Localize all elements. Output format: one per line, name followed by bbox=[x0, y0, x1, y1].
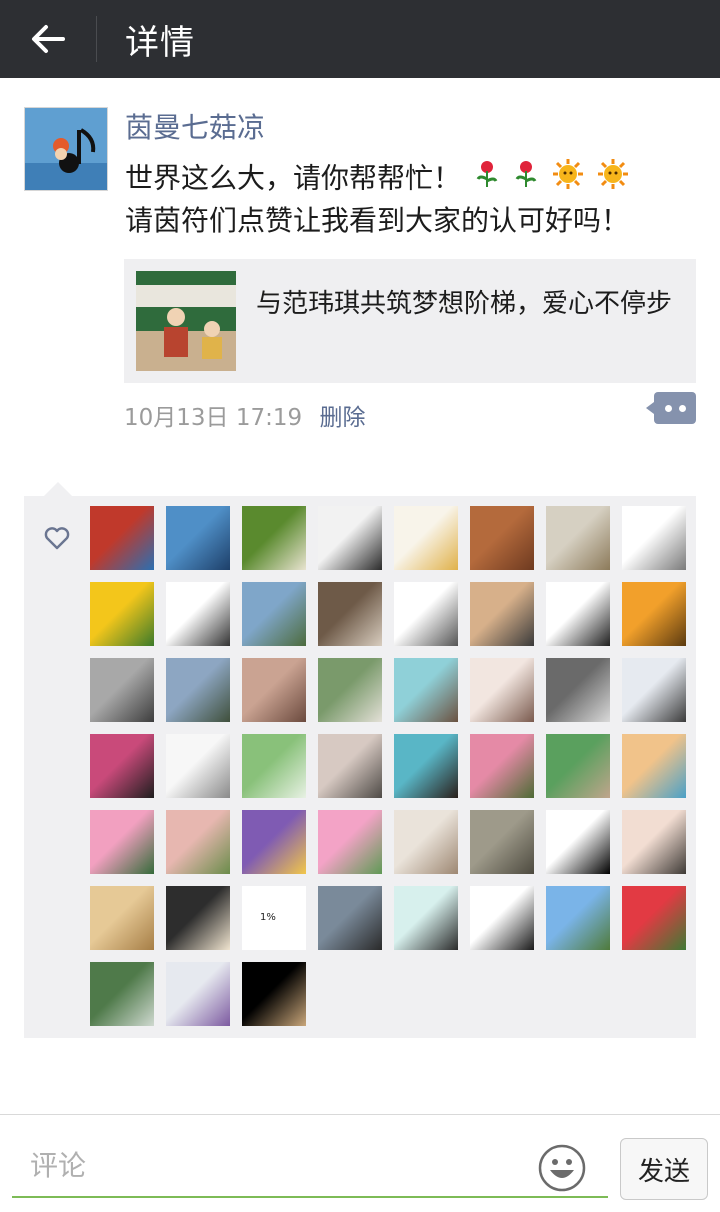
liker-avatar[interactable] bbox=[546, 506, 610, 570]
liker-avatar[interactable] bbox=[166, 886, 230, 950]
liker-avatar[interactable] bbox=[166, 734, 230, 798]
likes-panel: 1% bbox=[24, 482, 696, 1038]
liker-avatar[interactable] bbox=[394, 734, 458, 798]
liker-avatar[interactable] bbox=[470, 582, 534, 646]
liker-avatar[interactable] bbox=[166, 962, 230, 1026]
liker-avatar[interactable] bbox=[546, 886, 610, 950]
liker-avatar[interactable] bbox=[470, 658, 534, 722]
liker-avatar[interactable] bbox=[90, 886, 154, 950]
liker-avatar[interactable] bbox=[394, 658, 458, 722]
back-button[interactable] bbox=[0, 0, 96, 78]
liker-avatar[interactable] bbox=[242, 582, 306, 646]
liker-avatar[interactable] bbox=[622, 810, 686, 874]
liker-avatar[interactable] bbox=[318, 734, 382, 798]
liker-avatar[interactable] bbox=[318, 886, 382, 950]
liker-avatar[interactable] bbox=[394, 886, 458, 950]
liker-avatar[interactable] bbox=[318, 658, 382, 722]
liker-avatar[interactable] bbox=[470, 886, 534, 950]
bottom-separator bbox=[0, 1114, 720, 1115]
smiley-icon bbox=[538, 1144, 586, 1192]
liker-avatar[interactable] bbox=[166, 506, 230, 570]
liker-avatar-text: 1% bbox=[260, 912, 276, 923]
dot-icon bbox=[664, 404, 672, 412]
dot-icon bbox=[678, 404, 686, 412]
liker-avatar[interactable] bbox=[242, 734, 306, 798]
liker-avatar[interactable] bbox=[242, 962, 306, 1026]
avatar-image bbox=[25, 108, 107, 190]
liker-avatar[interactable] bbox=[90, 734, 154, 798]
shared-link-title: 与范玮琪共筑梦想阶梯，爱心不停步 bbox=[256, 289, 673, 319]
liker-avatar[interactable] bbox=[546, 734, 610, 798]
delete-link[interactable]: 删除 bbox=[319, 405, 365, 431]
post-meta: 10月13日 17:19 删除 bbox=[124, 398, 365, 432]
liker-avatar[interactable] bbox=[546, 810, 610, 874]
avatar[interactable] bbox=[24, 107, 108, 191]
liker-avatar[interactable] bbox=[394, 810, 458, 874]
page-title: 详情 bbox=[125, 22, 195, 63]
header-divider bbox=[96, 16, 97, 62]
likes-avatar-grid: 1% bbox=[90, 506, 686, 1026]
liker-avatar[interactable] bbox=[242, 658, 306, 722]
sun-icon bbox=[597, 158, 629, 201]
heart-icon bbox=[44, 527, 70, 550]
liker-avatar[interactable] bbox=[90, 506, 154, 570]
sun-icon bbox=[552, 158, 584, 201]
liker-avatar[interactable] bbox=[622, 886, 686, 950]
shared-link-card[interactable]: 与范玮琪共筑梦想阶梯，爱心不停步 bbox=[124, 259, 696, 383]
liker-avatar[interactable]: 1% bbox=[242, 886, 306, 950]
liker-avatar[interactable] bbox=[242, 810, 306, 874]
liker-avatar[interactable] bbox=[394, 582, 458, 646]
liker-avatar[interactable] bbox=[470, 506, 534, 570]
liker-avatar[interactable] bbox=[622, 734, 686, 798]
liker-avatar[interactable] bbox=[546, 658, 610, 722]
liker-avatar[interactable] bbox=[242, 506, 306, 570]
liker-avatar[interactable] bbox=[166, 582, 230, 646]
top-bar: 详情 bbox=[0, 0, 720, 78]
liker-avatar[interactable] bbox=[90, 582, 154, 646]
post-text-line1: 世界这么大，请你帮帮忙！ bbox=[125, 161, 462, 195]
post-text: 世界这么大，请你帮帮忙！ 请茵符们点赞让我看到大家的认可好吗！ bbox=[125, 158, 705, 241]
comment-action-button[interactable] bbox=[646, 392, 696, 424]
comment-input[interactable] bbox=[12, 1140, 608, 1198]
post-text-line2: 请茵符们点赞让我看到大家的认可好吗！ bbox=[125, 204, 630, 237]
send-button[interactable]: 发送 bbox=[620, 1138, 708, 1200]
shared-link-thumbnail bbox=[136, 271, 236, 371]
rose-icon bbox=[513, 159, 539, 200]
liker-avatar[interactable] bbox=[546, 582, 610, 646]
liker-avatar[interactable] bbox=[470, 810, 534, 874]
liker-avatar[interactable] bbox=[622, 506, 686, 570]
liker-avatar[interactable] bbox=[318, 506, 382, 570]
liker-avatar[interactable] bbox=[166, 810, 230, 874]
liker-avatar[interactable] bbox=[90, 962, 154, 1026]
liker-avatar[interactable] bbox=[90, 658, 154, 722]
rose-icon bbox=[474, 159, 500, 200]
post-time: 10月13日 17:19 bbox=[124, 405, 303, 431]
liker-avatar[interactable] bbox=[90, 810, 154, 874]
liker-avatar[interactable] bbox=[394, 506, 458, 570]
back-arrow-icon bbox=[32, 25, 65, 53]
liker-avatar[interactable] bbox=[470, 734, 534, 798]
liker-avatar[interactable] bbox=[622, 582, 686, 646]
liker-avatar[interactable] bbox=[318, 582, 382, 646]
username[interactable]: 茵曼七菇凉 bbox=[125, 106, 265, 146]
emoji-button[interactable] bbox=[538, 1144, 586, 1192]
liker-avatar[interactable] bbox=[622, 658, 686, 722]
liker-avatar[interactable] bbox=[318, 810, 382, 874]
liker-avatar[interactable] bbox=[166, 658, 230, 722]
